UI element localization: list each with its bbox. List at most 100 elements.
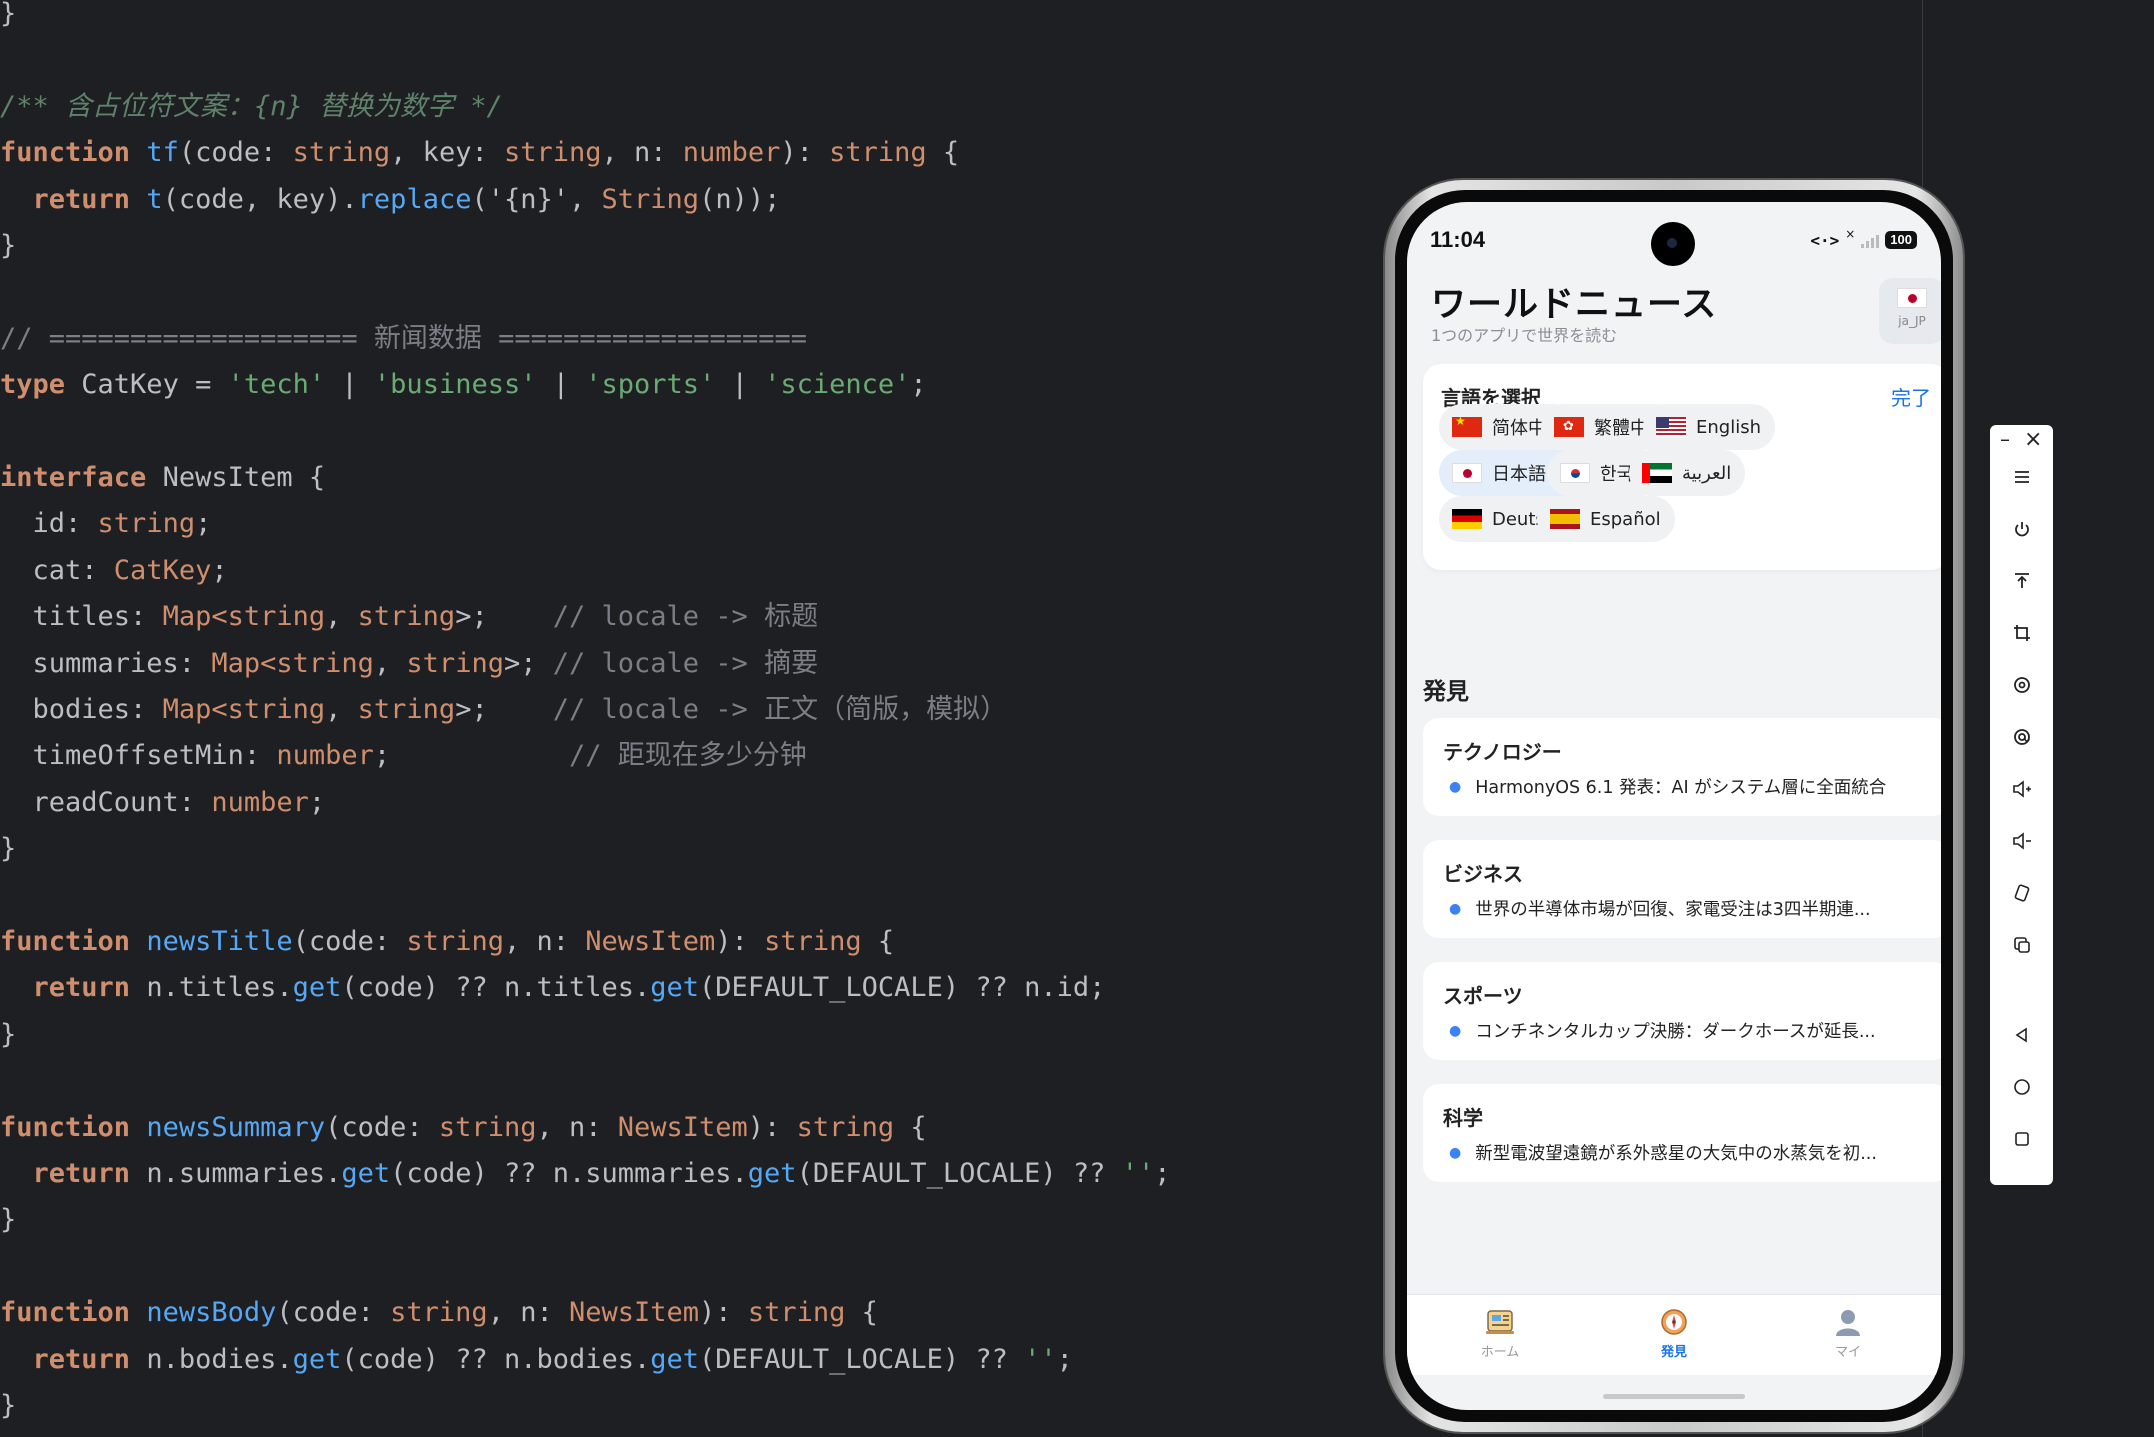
code-line[interactable]: bodies: Map<string, string>; // locale -… <box>0 687 1008 733</box>
code-line[interactable]: /** 含占位符文案：{n} 替换为数字 */ <box>0 84 503 130</box>
home-icon[interactable] <box>1990 1067 2053 1107</box>
code-token: string <box>406 926 504 957</box>
app-title: ワールドニュース <box>1431 285 1718 325</box>
bullet-icon: ● <box>1449 1144 1462 1161</box>
location-icon[interactable] <box>1990 717 2053 757</box>
code-line[interactable]: } <box>0 223 16 269</box>
code-line[interactable]: } <box>0 826 16 872</box>
code-line[interactable]: function newsSummary(code: string, n: Ne… <box>0 1105 927 1151</box>
close-icon[interactable]: × <box>2024 427 2042 452</box>
tab-label: マイ <box>1834 1345 1861 1360</box>
code-line[interactable]: // =================== 新闻数据 ============… <box>0 316 807 362</box>
crop-icon[interactable] <box>1990 613 2053 653</box>
code-line[interactable]: titles: Map<string, string>; // locale -… <box>0 594 819 640</box>
news-category: 科学 <box>1443 1106 1483 1130</box>
tab-label: 発見 <box>1660 1345 1687 1360</box>
code-token: (DEFAULT_LOCALE) ?? <box>699 1343 1025 1375</box>
code-line[interactable]: readCount: number; <box>0 780 326 826</box>
power-icon[interactable] <box>1990 509 2053 549</box>
locale-button[interactable]: ja_JP <box>1879 278 1941 344</box>
code-token: timeOffsetMin: <box>0 740 277 772</box>
code-line[interactable]: } <box>0 1383 16 1429</box>
tab-home[interactable]: ホーム <box>1450 1305 1550 1360</box>
code-token: , <box>325 694 358 725</box>
code-token: get <box>650 972 700 1004</box>
code-token: readCount: <box>0 786 212 818</box>
code-line[interactable]: summaries: Map<string, string>; // local… <box>0 641 819 687</box>
code-line[interactable]: type CatKey = 'tech' | 'business' | 'spo… <box>0 362 927 408</box>
code-token: summaries: <box>0 647 212 679</box>
news-headline: 新型電波望遠鏡が系外惑星の大気中の水蒸気を初... <box>1475 1144 1877 1164</box>
code-line[interactable]: interface NewsItem { <box>0 455 325 501</box>
shake-icon[interactable] <box>1990 873 2053 913</box>
code-line[interactable]: } <box>0 0 16 37</box>
code-line[interactable]: function newsTitle(code: string, n: News… <box>0 919 894 965</box>
code-token: ; <box>308 786 326 818</box>
phone-screen[interactable]: 11:04 <·> × 100 ワールドニュース 1つのアプリで世界を読む ja… <box>1407 202 1941 1410</box>
compass-icon <box>1624 1305 1724 1339</box>
volume-down-icon[interactable] <box>1990 821 2053 861</box>
code-token: (code: <box>292 926 407 957</box>
top-icon[interactable] <box>1990 561 2053 601</box>
code-token: string <box>796 1111 895 1143</box>
code-token: // =================== 新闻数据 ============… <box>0 322 807 354</box>
code-token: ; <box>1154 1158 1171 1189</box>
language-chip-es[interactable]: Español <box>1537 496 1675 542</box>
language-chip-ar[interactable]: العربية <box>1629 450 1746 496</box>
code-token: } <box>0 0 17 29</box>
status-icons: <·> × 100 <box>1810 227 1917 252</box>
code-token: t <box>146 183 163 215</box>
code-token: { <box>926 137 960 169</box>
news-card-business[interactable]: ビジネス ● 世界の半導体市場が回復、家電受注は3四半期連... <box>1423 840 1941 938</box>
code-token: } <box>0 833 17 865</box>
code-line[interactable]: return n.summaries.get(code) ?? n.summar… <box>0 1151 1171 1197</box>
recent-icon[interactable] <box>1990 1119 2053 1159</box>
tab-discover[interactable]: 発見 <box>1624 1305 1724 1360</box>
code-token: string <box>276 647 374 679</box>
done-button[interactable]: 完了 <box>1891 382 1931 411</box>
news-card-tech[interactable]: テクノロジー ● HarmonyOS 6.1 発表：AI がシステム層に全面統合 <box>1423 718 1941 816</box>
code-line[interactable]: id: string; <box>0 501 212 547</box>
tab-me[interactable]: マイ <box>1798 1305 1898 1360</box>
news-headline: 世界の半導体市場が回復、家電受注は3四半期連... <box>1475 900 1871 920</box>
volume-up-icon[interactable] <box>1990 769 2053 809</box>
screenshot-icon[interactable] <box>1990 925 2053 965</box>
code-token: 'business' <box>373 369 537 401</box>
phone-emulator: 11:04 <·> × 100 ワールドニュース 1つのアプリで世界を読む ja… <box>1385 180 1963 1432</box>
emulator-toolbar: – × <box>1990 425 2053 1185</box>
code-token: (DEFAULT_LOCALE) ?? n.id; <box>699 972 1106 1004</box>
home-indicator[interactable] <box>1603 1394 1745 1399</box>
code-token: Map< <box>211 647 277 679</box>
news-card-sports[interactable]: スポーツ ● コンチネンタルカップ決勝：ダークホースが延長... <box>1423 962 1941 1060</box>
language-panel: 言語を選択 完了 简体中文 繁體中文 English 日本語 ✓ 한국어 <box>1423 364 1941 570</box>
minimize-icon[interactable]: – <box>2000 427 2010 451</box>
back-icon[interactable] <box>1990 1015 2053 1055</box>
code-token: (code, key). <box>162 183 358 215</box>
language-label: English <box>1696 416 1761 438</box>
code-token: String <box>601 183 700 215</box>
code-line[interactable]: cat: CatKey; <box>0 548 228 594</box>
rotate-icon[interactable] <box>1990 665 2053 705</box>
code-line[interactable]: } <box>0 1012 16 1058</box>
code-token: CatKey <box>113 554 212 586</box>
menu-icon[interactable] <box>1990 457 2053 497</box>
code-line[interactable]: return n.titles.get(code) ?? n.titles.ge… <box>0 965 1106 1011</box>
code-line[interactable]: return t(code, key).replace('{n}', Strin… <box>0 177 781 223</box>
code-line[interactable]: function tf(code: string, key: string, n… <box>0 130 959 176</box>
code-token: ): <box>747 1111 797 1143</box>
code-line[interactable]: return n.bodies.get(code) ?? n.bodies.ge… <box>0 1337 1073 1383</box>
code-token: replace <box>357 183 472 215</box>
code-token: ): <box>780 137 830 169</box>
code-line[interactable]: } <box>0 1197 16 1243</box>
code-token: get <box>747 1158 797 1189</box>
code-line[interactable]: timeOffsetMin: number; // 距现在多少分钟 <box>0 733 807 779</box>
news-card-science[interactable]: 科学 ● 新型電波望遠鏡が系外惑星の大気中の水蒸気を初... <box>1423 1084 1941 1182</box>
language-chip-en[interactable]: English <box>1643 404 1775 450</box>
code-token: , <box>325 601 358 633</box>
code-line[interactable]: function newsBody(code: string, n: NewsI… <box>0 1290 878 1336</box>
